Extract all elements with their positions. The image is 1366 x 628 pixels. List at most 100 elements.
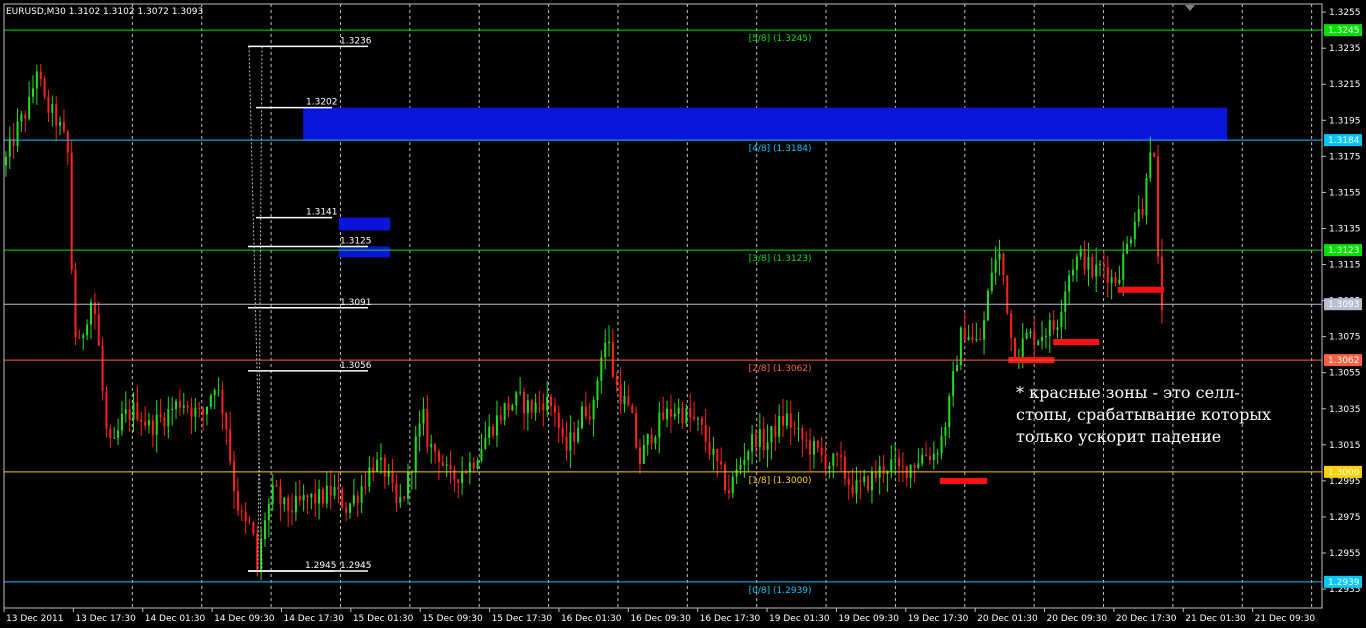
candle-body xyxy=(530,400,533,413)
blue-zone xyxy=(338,246,391,258)
candle-body xyxy=(1160,256,1163,310)
candle-body xyxy=(333,487,336,496)
candle-body xyxy=(901,465,904,467)
candle-body xyxy=(766,442,769,451)
candle-body xyxy=(689,408,692,418)
candle-body xyxy=(673,413,676,417)
price-tag-label: 1.3062 xyxy=(1328,356,1360,366)
candle-body xyxy=(662,412,665,420)
candle-body xyxy=(321,489,324,504)
candle-body xyxy=(325,485,328,504)
red-sellstop-zone xyxy=(1053,339,1100,346)
candle-body xyxy=(820,447,823,455)
candle-body xyxy=(1029,331,1032,334)
x-tick-label: 16 Dec 09:30 xyxy=(630,614,691,624)
candle-body xyxy=(843,456,846,479)
y-tick-label: 1.2995 xyxy=(1329,477,1361,487)
x-tick-label: 13 Dec 17:30 xyxy=(75,614,136,624)
candle-body xyxy=(163,416,166,427)
candle-body xyxy=(155,414,158,435)
y-tick-label: 1.3175 xyxy=(1329,152,1361,162)
candle-body xyxy=(851,485,854,494)
candle-body xyxy=(685,408,688,424)
red-sellstop-zone xyxy=(939,477,988,484)
candle-body xyxy=(495,415,498,436)
candle-body xyxy=(1106,266,1109,283)
candle-body xyxy=(337,487,340,490)
candle-body xyxy=(971,337,974,341)
candle-body xyxy=(936,453,939,455)
blue-zone xyxy=(338,217,391,231)
candle-body xyxy=(376,459,379,472)
candle-body xyxy=(754,434,757,448)
candle-body xyxy=(24,114,27,119)
candle-body xyxy=(441,462,444,466)
candle-body xyxy=(341,489,344,508)
x-tick-label: 21 Dec 09:30 xyxy=(1255,614,1316,624)
candle-body xyxy=(113,437,116,439)
candle-body xyxy=(182,405,185,408)
candle-body xyxy=(994,259,997,273)
candle-body xyxy=(677,407,680,414)
candle-body xyxy=(1157,156,1160,257)
candle-body xyxy=(604,342,607,358)
chart-background xyxy=(0,0,1366,628)
candle-body xyxy=(167,408,170,427)
candle-body xyxy=(596,380,599,401)
candle-body xyxy=(399,496,402,503)
candle-body xyxy=(611,341,614,377)
candle-body xyxy=(986,290,989,321)
candle-body xyxy=(874,471,877,478)
candle-body xyxy=(696,418,699,420)
candle-body xyxy=(580,406,583,429)
candle-body xyxy=(414,436,417,472)
candle-body xyxy=(97,314,100,346)
candle-body xyxy=(229,429,232,462)
x-tick-label: 20 Dec 17:30 xyxy=(1116,614,1177,624)
candle-body xyxy=(283,497,286,505)
x-tick-label: 14 Dec 01:30 xyxy=(145,614,206,624)
price-mark-label: 1.3091 xyxy=(340,298,372,308)
candle-body xyxy=(840,455,843,457)
candle-body xyxy=(66,131,69,153)
candle-body xyxy=(894,458,897,460)
candle-body xyxy=(1071,269,1074,276)
candle-body xyxy=(8,138,11,157)
candle-body xyxy=(816,440,819,448)
candle-body xyxy=(499,415,502,421)
candle-body xyxy=(770,426,773,443)
candle-body xyxy=(1118,279,1121,284)
candle-body xyxy=(782,416,785,426)
candle-body xyxy=(209,395,212,407)
candle-body xyxy=(1037,340,1040,346)
x-tick-label: 19 Dec 17:30 xyxy=(908,614,969,624)
candle-body xyxy=(592,400,595,420)
price-mark-label: 1.3141 xyxy=(306,208,338,218)
candle-body xyxy=(515,392,518,406)
candle-body xyxy=(812,440,815,455)
candle-body xyxy=(557,412,560,429)
candle-body xyxy=(522,391,525,414)
candle-body xyxy=(1064,291,1067,312)
candle-body xyxy=(171,408,174,410)
murrey-level-label: [3/8] (1.3123) xyxy=(749,254,812,264)
candle-body xyxy=(205,406,208,415)
candle-body xyxy=(538,402,541,404)
candle-body xyxy=(588,416,591,420)
y-tick-label: 1.3155 xyxy=(1329,188,1361,198)
candle-body xyxy=(484,437,487,449)
candle-body xyxy=(979,338,982,340)
annotation-line: * красные зоны - это селл- xyxy=(1016,383,1240,402)
candle-body xyxy=(666,408,669,420)
candle-body xyxy=(426,409,429,448)
candle-body xyxy=(863,476,866,483)
candle-body xyxy=(105,391,108,429)
candle-body xyxy=(1006,275,1009,314)
candle-body xyxy=(890,459,893,471)
candle-body xyxy=(291,510,294,513)
price-tag-label: 1.3245 xyxy=(1328,26,1360,36)
eurusd-m30-chart[interactable]: [5/8] (1.3245) [4/8] (1.3184) [3/8] (1.312… xyxy=(0,0,1366,628)
candle-body xyxy=(546,396,549,411)
candle-body xyxy=(244,511,247,522)
y-tick-label: 1.3015 xyxy=(1329,441,1361,451)
